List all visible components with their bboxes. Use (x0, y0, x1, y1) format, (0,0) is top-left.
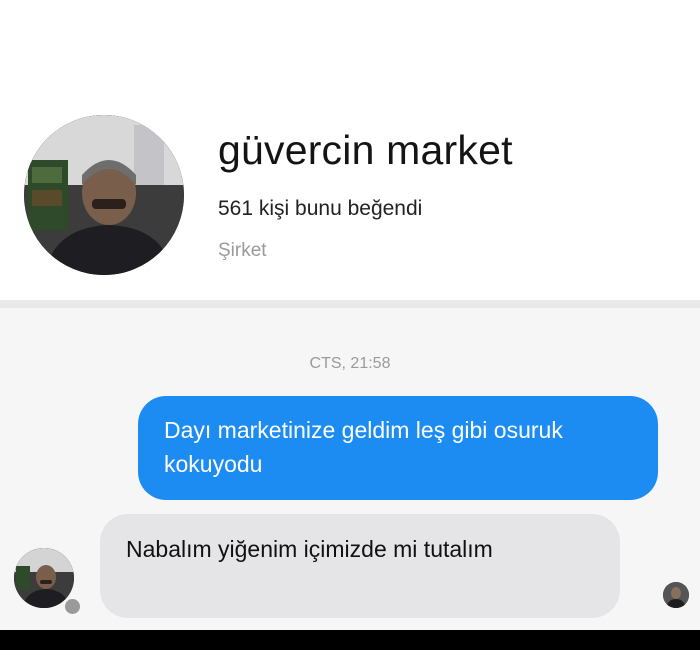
incoming-message-bubble[interactable]: Nabalım yiğenim içimizde mi tutalım (100, 514, 620, 618)
page-profile-card: güvercin market 561 kişi bunu beğendi Şi… (0, 0, 700, 300)
status-indicator-icon (63, 597, 82, 616)
person-photo-icon (663, 582, 689, 608)
bottom-edge-bar (0, 630, 700, 650)
read-receipt-avatar-icon (663, 582, 689, 608)
likes-count: 561 kişi bunu beğendi (218, 197, 423, 220)
profile-avatar[interactable] (24, 115, 184, 275)
section-divider (0, 300, 700, 308)
page-title[interactable]: güvercin market (218, 127, 513, 174)
page-category: Şirket (218, 240, 267, 261)
outgoing-message-bubble[interactable]: Dayı marketinize geldim leş gibi osuruk … (138, 396, 658, 500)
person-photo-icon (24, 115, 184, 275)
message-timestamp: CTS, 21:58 (309, 355, 391, 372)
